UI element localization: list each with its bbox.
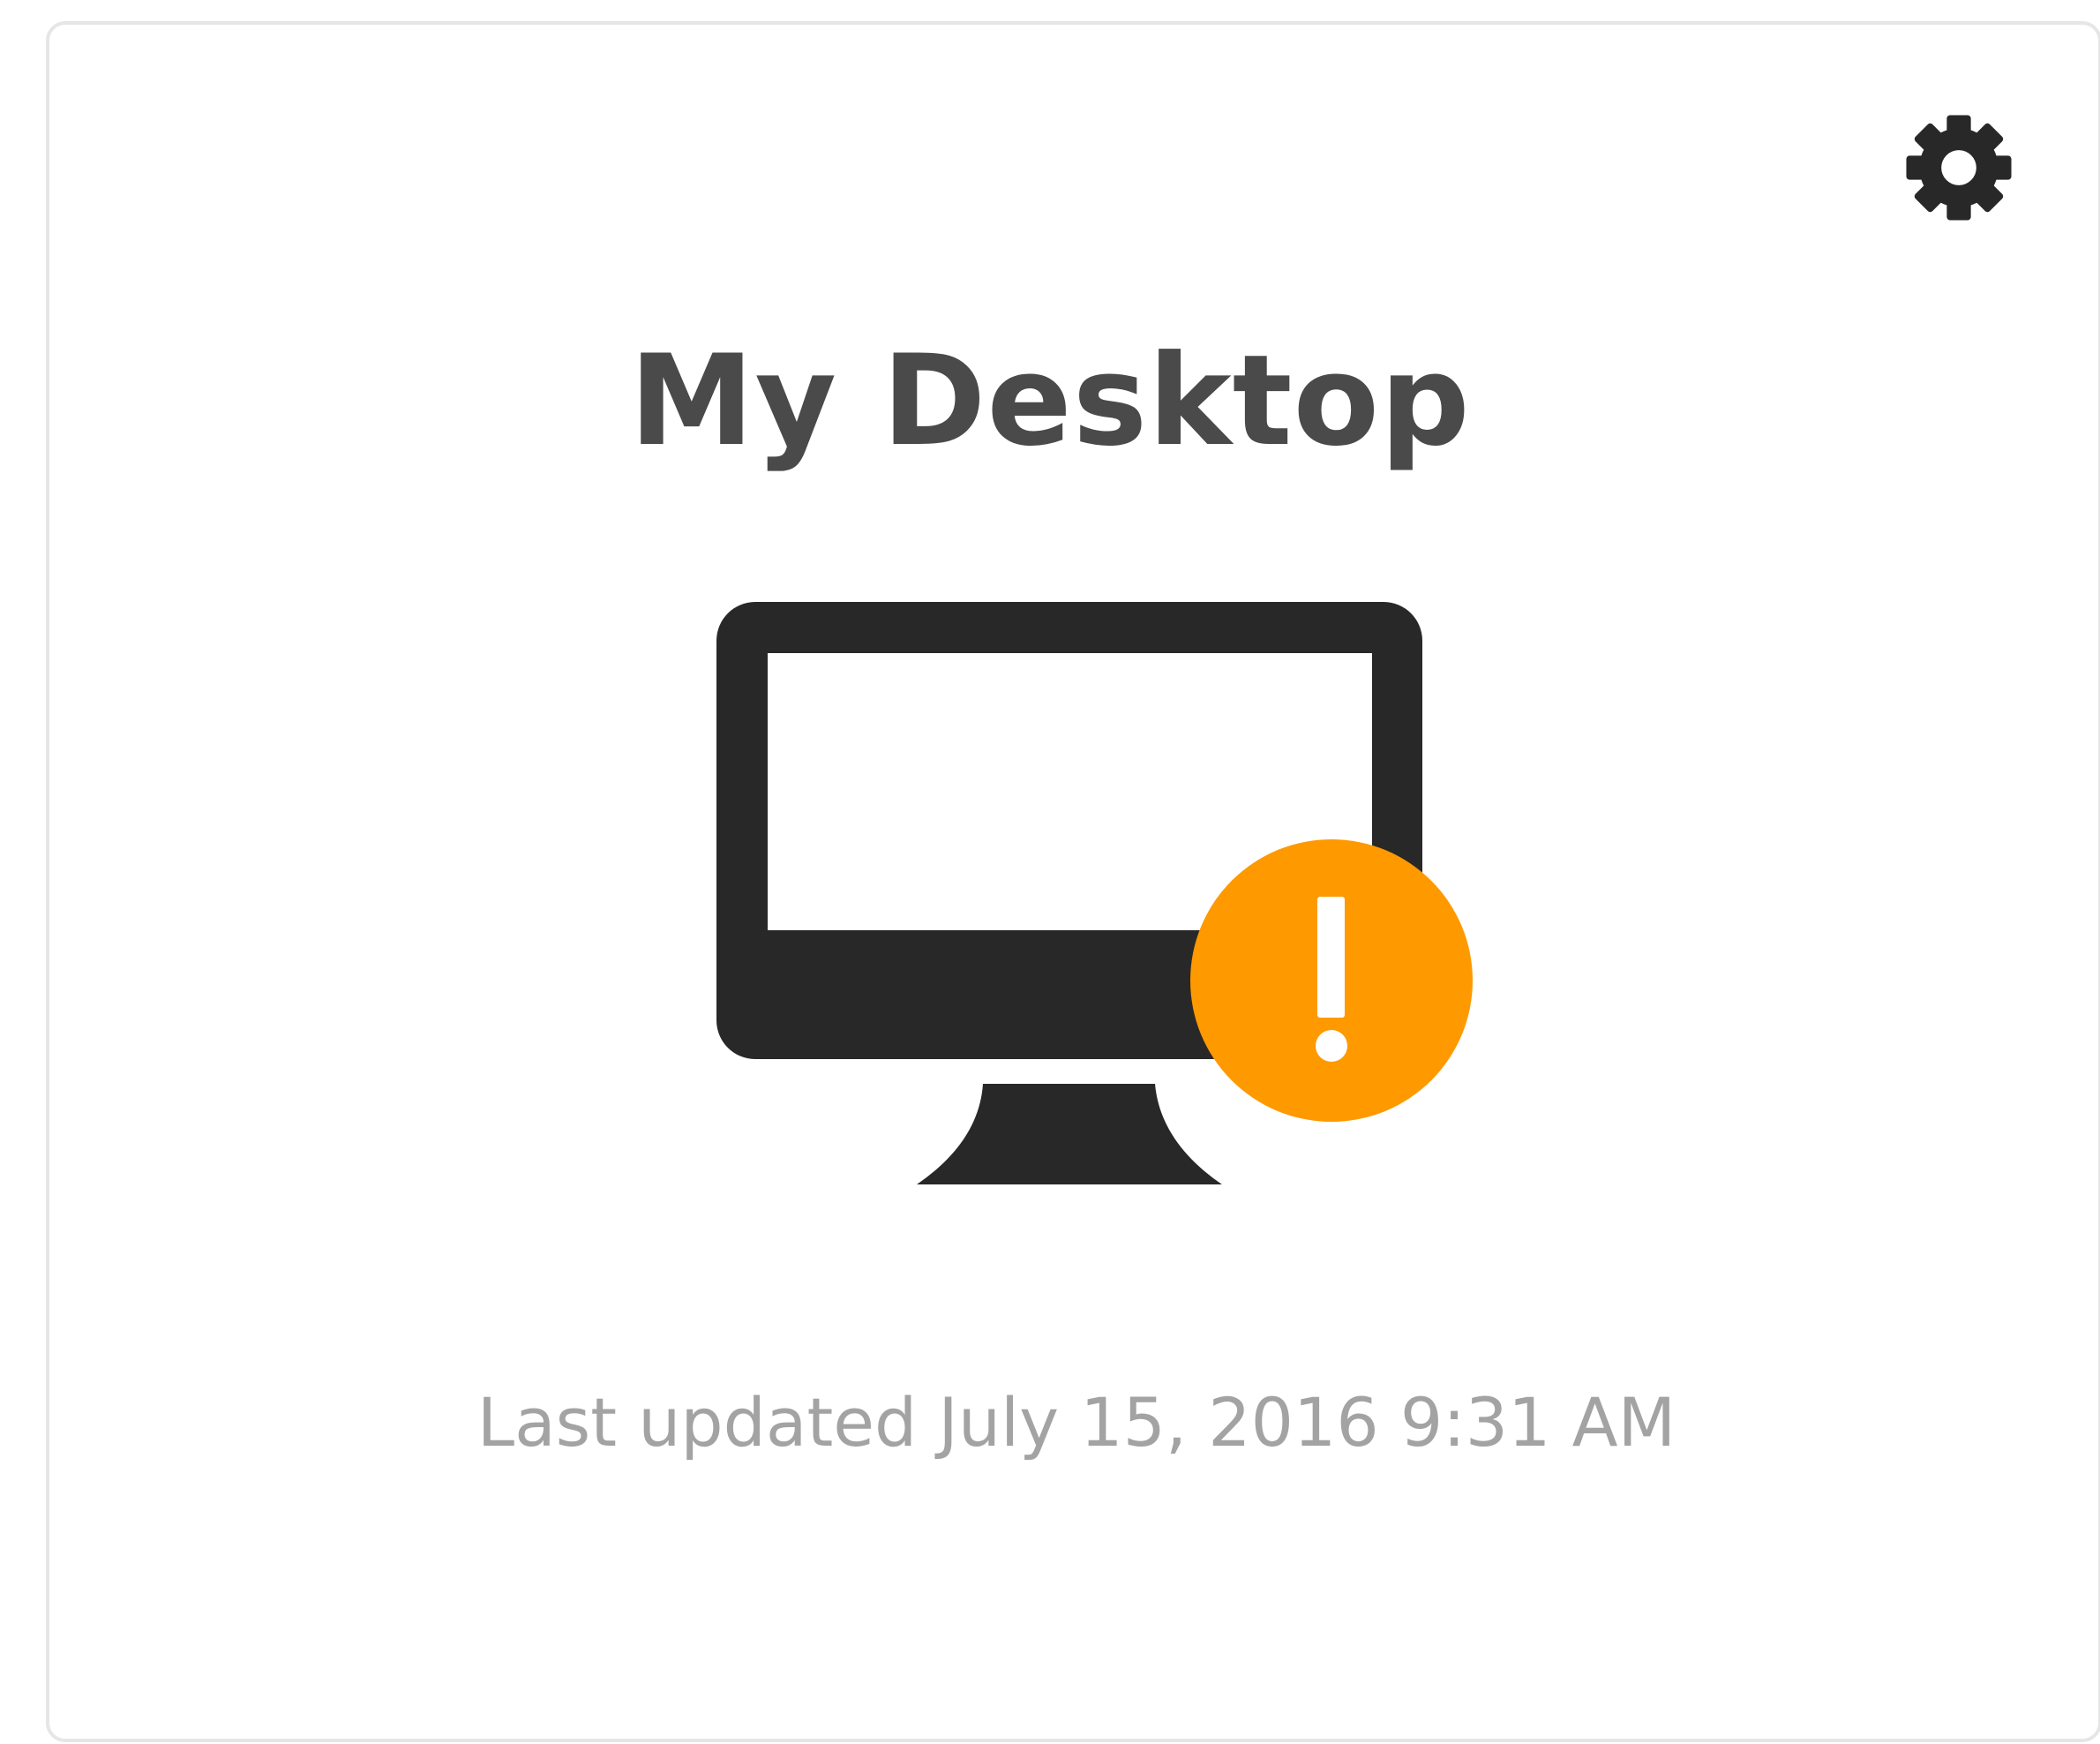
last-updated-text: Last updated July 15, 2016 9:31 AM (476, 1383, 1676, 1462)
card-title: My Desktop (629, 328, 1471, 474)
gear-icon (1906, 115, 2012, 221)
warning-exclamation-icon (1190, 839, 1473, 1122)
settings-button[interactable] (1904, 113, 2014, 222)
warning-badge (1189, 838, 1474, 1123)
